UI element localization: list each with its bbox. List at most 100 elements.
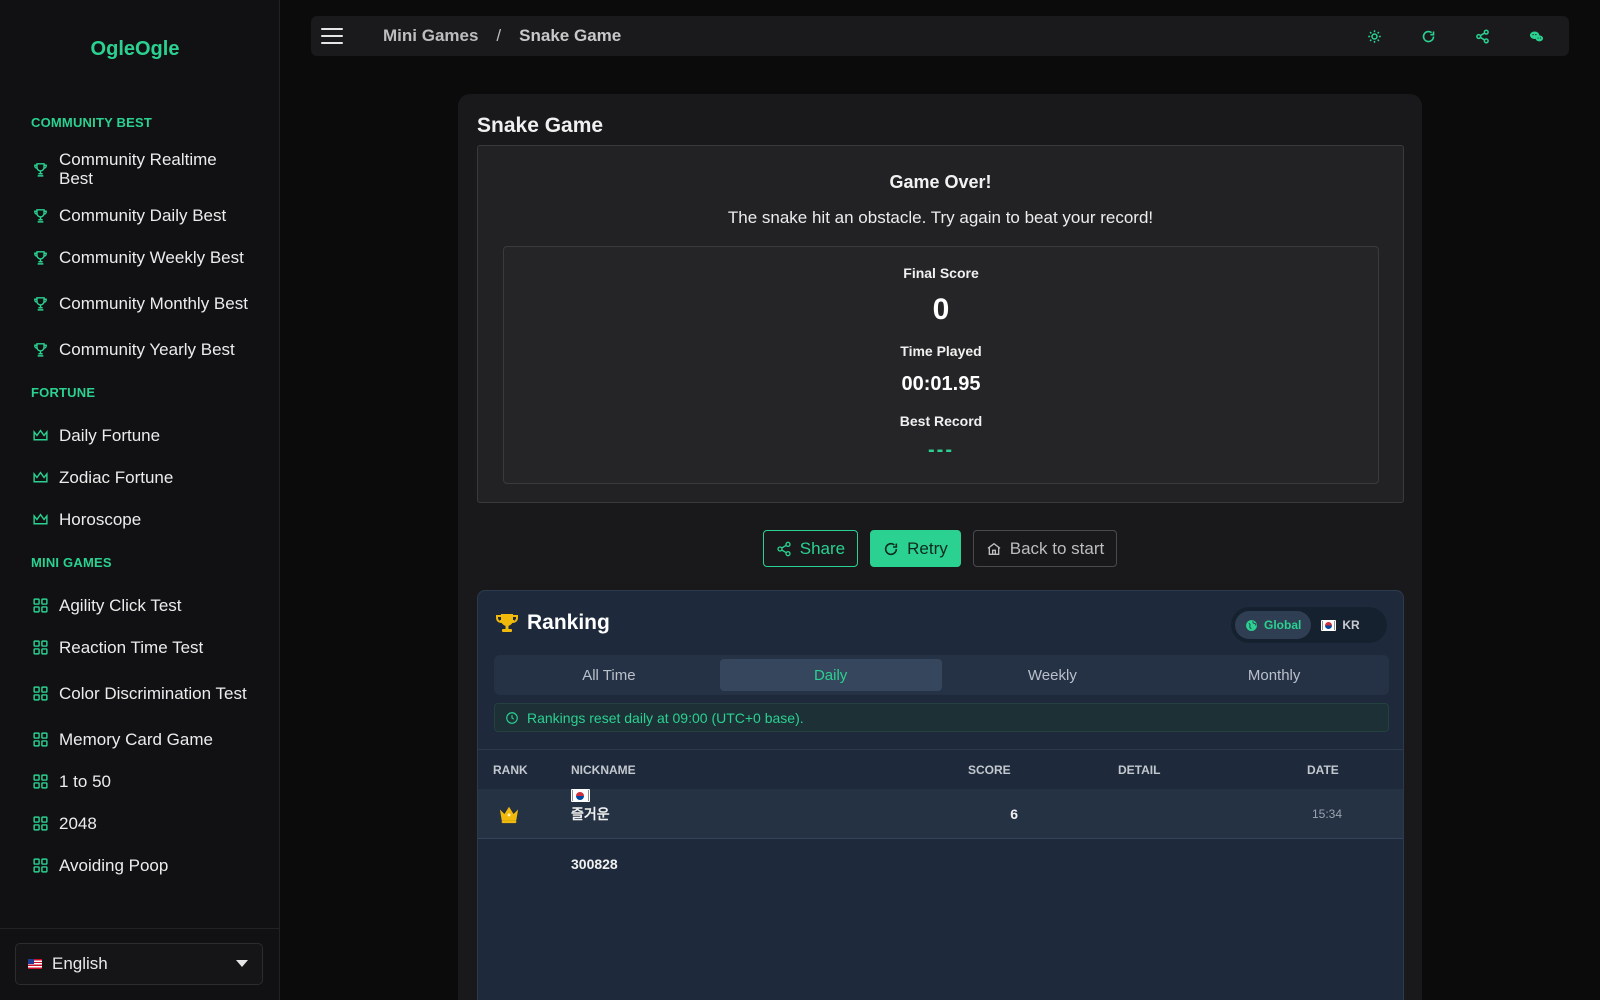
sidebar-item-agility-click-test[interactable]: Agility Click Test	[31, 584, 279, 626]
sidebar-item-daily-fortune[interactable]: Daily Fortune	[31, 414, 279, 456]
trophy-icon	[31, 294, 49, 312]
column-nickname: NICKNAME	[571, 763, 636, 777]
crown-icon	[498, 804, 520, 824]
refresh-icon[interactable]	[1401, 16, 1455, 56]
sidebar-item-label: Zodiac Fortune	[59, 467, 174, 487]
grid-icon	[31, 772, 49, 790]
sidebar-item-label: Color Discrimination Test	[59, 683, 247, 703]
ranking-header: Ranking	[495, 611, 610, 635]
sidebar-item-community-weekly-best[interactable]: Community Weekly Best	[31, 236, 279, 278]
sidebar-item-memory-card-game[interactable]: Memory Card Game	[31, 718, 279, 760]
grid-icon	[31, 684, 49, 702]
sidebar-item-label: Agility Click Test	[59, 595, 182, 615]
game-over-message: The snake hit an obstacle. Try again to …	[727, 208, 1154, 227]
globe-icon	[1246, 619, 1257, 631]
sidebar-item-label: Community Monthly Best	[59, 293, 248, 313]
scope-kr-label: KR	[1342, 618, 1360, 632]
grid-icon	[31, 596, 49, 614]
retry-button[interactable]: Retry	[870, 530, 961, 567]
breadcrumb-separator: /	[496, 26, 502, 45]
chat-icon[interactable]	[1509, 16, 1563, 56]
column-detail: DETAIL	[1118, 763, 1161, 777]
breadcrumb-parent[interactable]: Mini Games	[383, 26, 478, 46]
sidebar-item-label: 1 to 50	[59, 771, 111, 791]
sidebar-item-community-realtime-best[interactable]: Community Realtime Best	[31, 144, 279, 194]
best-record-value: ---	[928, 439, 954, 461]
game-over-title: Game Over!	[889, 172, 992, 192]
sidebar-item-horoscope[interactable]: Horoscope	[31, 498, 279, 540]
us-flag-icon	[28, 959, 42, 969]
trophy-icon	[31, 340, 49, 358]
sidebar-item-2048[interactable]: 2048	[31, 802, 279, 844]
topbar: Mini Games / Snake Game	[311, 16, 1569, 56]
sidebar-item-label: Horoscope	[59, 509, 142, 529]
trophy-icon	[496, 614, 518, 632]
share-icon	[777, 541, 791, 556]
grid-icon	[31, 814, 49, 832]
sidebar-item-reaction-time-test[interactable]: Reaction Time Test	[31, 626, 279, 668]
ranking-reset-text: Rankings reset daily at 09:00 (UTC+0 bas…	[527, 709, 804, 726]
table-row[interactable]: 즐거운300828 6 15:34	[478, 789, 1403, 872]
retry-icon	[885, 542, 898, 555]
kr-flag-icon	[1321, 619, 1337, 631]
ranking-score: 6	[1010, 806, 1018, 822]
back-to-start-label: Back to start	[1009, 538, 1105, 558]
language-selected-label: English	[52, 954, 108, 973]
language-select[interactable]: English	[15, 943, 263, 985]
tab-monthly[interactable]: Monthly	[1163, 659, 1385, 691]
ranking-period-tabs: All Time Daily Weekly Monthly	[494, 655, 1389, 695]
tab-weekly[interactable]: Weekly	[942, 659, 1164, 691]
result-stats: Final Score 0 Time Played 00:01.95 Best …	[503, 246, 1379, 484]
ranking-panel: Ranking Global KR All Time Daily Weekly …	[477, 590, 1404, 1000]
grid-icon	[31, 856, 49, 874]
menu-icon[interactable]	[321, 28, 343, 44]
sidebar-nav[interactable]: COMMUNITY BEST Community Realtime Best C…	[0, 100, 279, 928]
best-record-label: Best Record	[899, 413, 983, 429]
sidebar-heading: MINI GAMES	[31, 555, 112, 570]
column-score: SCORE	[968, 763, 1011, 777]
sidebar-section-fortune: FORTUNE Daily Fortune Zodiac Fortune Hor…	[0, 380, 279, 540]
sidebar-item-community-monthly-best[interactable]: Community Monthly Best	[31, 278, 279, 328]
sidebar-item-community-yearly-best[interactable]: Community Yearly Best	[31, 328, 279, 370]
sidebar-heading: COMMUNITY BEST	[31, 115, 153, 130]
time-played-value: 00:01.95	[901, 373, 981, 395]
sidebar-item-label: Memory Card Game	[59, 729, 213, 749]
tab-daily[interactable]: Daily	[719, 659, 942, 691]
trophy-icon	[31, 160, 49, 178]
final-score-label: Final Score	[903, 265, 979, 281]
sidebar-item-community-daily-best[interactable]: Community Daily Best	[31, 194, 279, 236]
tab-all-time[interactable]: All Time	[498, 659, 720, 691]
ranking-reset-notice: Rankings reset daily at 09:00 (UTC+0 bas…	[494, 703, 1389, 732]
share-icon[interactable]	[1455, 16, 1509, 56]
language-bar: English	[0, 928, 279, 1000]
page-title: Snake Game	[477, 114, 604, 137]
ranking-title: Ranking	[527, 611, 610, 634]
topbar-actions	[1347, 16, 1563, 56]
retry-button-label: Retry	[907, 538, 948, 558]
clock-icon	[506, 711, 518, 724]
share-button-label: Share	[799, 538, 846, 558]
share-button[interactable]: Share	[762, 530, 859, 567]
sidebar-item-1-to-50[interactable]: 1 to 50	[31, 760, 279, 802]
sidebar-item-avoiding-poop[interactable]: Avoiding Poop	[31, 844, 279, 886]
ranking-table-header: RANK NICKNAME SCORE DETAIL DATE	[478, 749, 1403, 789]
sidebar-item-label: Community Realtime Best	[59, 150, 217, 188]
sidebar-item-color-discrimination-test[interactable]: Color Discrimination Test	[31, 668, 279, 718]
scope-global-button[interactable]: Global	[1235, 611, 1312, 639]
column-rank: RANK	[493, 763, 528, 777]
sidebar-item-label: 2048	[59, 813, 97, 833]
sidebar-item-zodiac-fortune[interactable]: Zodiac Fortune	[31, 456, 279, 498]
game-over-panel: Game Over! The snake hit an obstacle. Tr…	[477, 145, 1404, 503]
app-logo[interactable]: OgleOgle	[0, 38, 270, 61]
sidebar-item-label: Community Weekly Best	[59, 247, 244, 267]
scope-kr-button[interactable]: KR	[1311, 611, 1369, 639]
sun-icon[interactable]	[1347, 16, 1401, 56]
sidebar: OgleOgle COMMUNITY BEST Community Realti…	[0, 0, 280, 1000]
crown-icon	[31, 468, 49, 486]
grid-icon	[31, 638, 49, 656]
result-actions: Share Retry Back to start	[458, 530, 1422, 567]
trophy-icon	[31, 206, 49, 224]
trophy-icon	[31, 248, 49, 266]
back-to-start-button[interactable]: Back to start	[972, 530, 1118, 567]
crown-icon	[31, 510, 49, 528]
